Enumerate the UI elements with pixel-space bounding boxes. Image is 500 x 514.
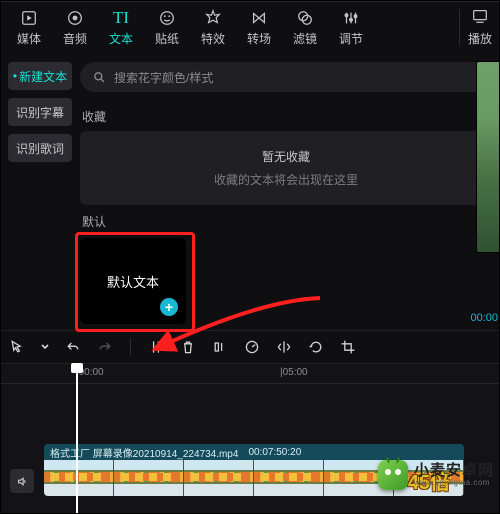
text-content: 搜索花字颜色/样式 收藏 暂无收藏 收藏的文本将会出现在这里 默认 默认文本 + [80, 54, 500, 330]
preview-thumb [476, 61, 500, 253]
tab-media[interactable]: 媒体 [6, 0, 52, 54]
tab-audio[interactable]: 音频 [52, 0, 98, 54]
split-left-button[interactable] [211, 338, 229, 356]
default-text-card[interactable]: 默认文本 + [80, 238, 186, 324]
playhead[interactable] [76, 364, 78, 514]
section-default-label: 默认 [82, 213, 492, 230]
panel-body: •新建文本 识别字幕 识别歌词 搜索花字颜色/样式 收藏 暂无收藏 收藏的文本将… [0, 54, 500, 330]
tab-label: 特效 [201, 30, 225, 47]
preview-time: 00:00 [470, 312, 498, 324]
sidebar-label: 新建文本 [19, 68, 67, 85]
clip-duration: 00:07:50:20 [248, 447, 301, 458]
tab-effect[interactable]: 特效 [190, 0, 236, 54]
adjust-icon [342, 8, 360, 28]
tab-label: 贴纸 [155, 30, 179, 47]
media-icon [20, 8, 38, 28]
fav-empty-sub: 收藏的文本将会出现在这里 [214, 171, 358, 188]
tab-adjust[interactable]: 调节 [328, 0, 374, 54]
sticker-icon [158, 8, 176, 28]
transition-icon [250, 8, 268, 28]
timeline[interactable]: |00:00 |05:00 格式工厂 屏幕录像20210914_224734.m… [0, 364, 500, 514]
mirror-button[interactable] [275, 338, 293, 356]
add-text-button[interactable]: + [160, 298, 178, 316]
player-icon [471, 7, 489, 28]
sidebar-item-subtitle[interactable]: 识别字幕 [8, 98, 72, 126]
speed-button[interactable] [243, 338, 261, 356]
clip-thumbs: 45倍 [44, 460, 464, 496]
filter-icon [296, 8, 314, 28]
section-fav-label: 收藏 [82, 108, 492, 125]
search-icon [92, 70, 106, 84]
redo-button[interactable] [96, 338, 114, 356]
sidebar-item-lyrics[interactable]: 识别歌词 [8, 134, 72, 162]
clip-name: 格式工厂 屏幕录像20210914_224734.mp4 [50, 445, 238, 460]
sidebar-label: 识别歌词 [16, 140, 64, 157]
select-caret-icon[interactable] [40, 338, 50, 356]
search-placeholder: 搜索花字颜色/样式 [114, 69, 213, 86]
tab-label: 播放 [468, 30, 492, 47]
audio-icon [66, 8, 84, 28]
default-card-text: 默认文本 [107, 272, 159, 291]
toolbar-sep [130, 338, 131, 356]
clip-header: 格式工厂 屏幕录像20210914_224734.mp4 00:07:50:20 [44, 444, 464, 460]
tab-label: 转场 [247, 30, 271, 47]
ruler-mark-1: |05:00 [280, 367, 308, 378]
crop-button[interactable] [339, 338, 357, 356]
tab-label: 文本 [109, 30, 133, 47]
delete-button[interactable] [179, 338, 197, 356]
favorites-empty: 暂无收藏 收藏的文本将会出现在这里 [80, 131, 492, 205]
effect-icon [204, 8, 222, 28]
tab-label: 音频 [63, 30, 87, 47]
track-mute-button[interactable] [10, 469, 34, 493]
tab-transition[interactable]: 转场 [236, 0, 282, 54]
tab-sticker[interactable]: 贴纸 [144, 0, 190, 54]
fav-empty-title: 暂无收藏 [262, 148, 310, 165]
tab-label: 滤镜 [293, 30, 317, 47]
timeline-toolbar [0, 330, 500, 364]
default-area: 默认文本 + [80, 238, 492, 330]
text-icon: TI [113, 8, 129, 28]
tab-label: 调节 [339, 30, 363, 47]
clip-overlay-text: 45倍 [408, 466, 450, 495]
text-sidebar: •新建文本 识别字幕 识别歌词 [0, 54, 80, 330]
search-input[interactable]: 搜索花字颜色/样式 [80, 62, 492, 92]
module-tabs: 媒体 音频 TI 文本 贴纸 特效 转场 滤镜 调节 播放 [0, 0, 500, 54]
sidebar-label: 识别字幕 [16, 104, 64, 121]
tab-text[interactable]: TI 文本 [98, 0, 144, 54]
select-tool[interactable] [8, 338, 26, 356]
split-button[interactable] [147, 338, 165, 356]
tab-player[interactable]: 播放 [460, 0, 500, 54]
undo-button[interactable] [64, 338, 82, 356]
sidebar-item-new-text[interactable]: •新建文本 [8, 62, 72, 90]
tab-filter[interactable]: 滤镜 [282, 0, 328, 54]
tab-label: 媒体 [17, 30, 41, 47]
rotate-button[interactable] [307, 338, 325, 356]
video-clip[interactable]: 格式工厂 屏幕录像20210914_224734.mp4 00:07:50:20… [44, 444, 464, 496]
track-area[interactable]: 格式工厂 屏幕录像20210914_224734.mp4 00:07:50:20… [0, 384, 500, 514]
